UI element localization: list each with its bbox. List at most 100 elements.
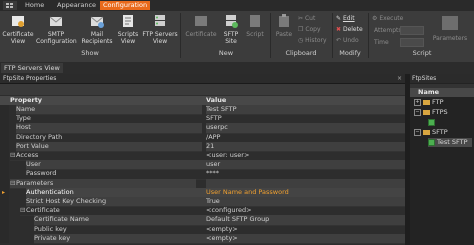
history-label: History — [305, 37, 327, 44]
server-icon — [428, 118, 435, 126]
property-grid-header: Property Value — [0, 96, 405, 105]
tab-configuration[interactable]: Configuration — [100, 1, 151, 10]
tree-node-label: Test SFTP — [437, 138, 468, 146]
tree-node-test-sftp[interactable]: Test SFTP — [428, 138, 472, 147]
property-row-port-value[interactable]: Port Value 21 — [0, 141, 405, 152]
paste-button[interactable]: Paste — [273, 13, 295, 38]
tree-node-ftps-child[interactable] — [428, 118, 437, 127]
copy-button[interactable]: ❐ Copy — [298, 26, 321, 34]
property-name: Host — [16, 123, 31, 132]
property-row-host[interactable]: Host userpc — [0, 123, 405, 134]
ftp-servers-icon — [155, 15, 165, 26]
property-row-public-key[interactable]: Public key <empty> — [0, 224, 405, 235]
mail-recipients-icon — [90, 16, 104, 28]
edit-label: Edit — [342, 15, 355, 22]
tree-node-sftp[interactable]: − SFTP — [414, 128, 448, 137]
ftp-servers-view-button[interactable]: FTP Servers View — [142, 13, 178, 45]
property-row-type[interactable]: Type SFTP — [0, 114, 405, 125]
property-name: Directory Path — [16, 132, 63, 141]
modify-group-label: Modify — [339, 49, 361, 57]
time-field[interactable] — [400, 38, 424, 47]
scripts-view-label: Scripts View — [117, 31, 139, 45]
property-row-password[interactable]: Password **** — [0, 169, 405, 180]
tree-node-label: SFTP — [432, 128, 448, 136]
undo-icon: ↶ — [336, 37, 342, 44]
new-group-label: New — [218, 49, 234, 57]
collapse-icon[interactable]: − — [414, 108, 421, 116]
parameters-label: Parameters — [432, 35, 468, 42]
folder-icon — [423, 129, 430, 135]
undo-button[interactable]: ↶ Undo — [336, 37, 359, 45]
delete-button[interactable]: ✖ Delete — [336, 26, 363, 34]
tree-node-label: FTPS — [432, 108, 448, 116]
property-name: Authentication — [26, 187, 74, 196]
ribbon-separator — [332, 13, 333, 58]
property-row-strict-host-key-checking[interactable]: Strict Host Key Checking True — [0, 197, 405, 208]
server-icon — [428, 138, 435, 146]
new-script-icon — [250, 15, 260, 27]
clipboard-group-label: Clipboard — [285, 49, 317, 57]
delete-icon: ✖ — [336, 26, 342, 33]
show-group-label: Show — [81, 49, 99, 57]
tab-home[interactable]: Home — [22, 1, 47, 10]
property-value: /APP — [206, 132, 221, 141]
ribbon-separator — [270, 13, 271, 58]
property-value: SFTP — [206, 114, 222, 123]
property-row-directory-path[interactable]: Directory Path /APP — [0, 132, 405, 143]
cut-button[interactable]: ✂ Cut — [298, 15, 315, 23]
execute-label: Execute — [379, 15, 404, 22]
property-row-access[interactable]: ⊟Access <user: user> — [0, 151, 405, 162]
property-row-private-key[interactable]: Private key <empty> — [0, 233, 405, 244]
expand-icon[interactable]: + — [414, 98, 421, 106]
property-row-parameters[interactable]: ⊟Parameters — [0, 178, 405, 189]
property-value: Test SFTP — [206, 105, 237, 113]
new-certificate-button[interactable]: Certificate — [184, 13, 218, 38]
name-column-header: Name — [410, 88, 474, 97]
copy-label: Copy — [305, 26, 321, 33]
property-value: True — [206, 197, 220, 205]
cut-icon: ✂ — [298, 15, 304, 22]
history-button[interactable]: ◷ History — [298, 37, 327, 45]
property-name: Certificate — [26, 206, 60, 215]
script-group-label: Script — [412, 49, 432, 57]
property-value[interactable]: User Name and Password — [206, 188, 289, 196]
parameters-icon — [442, 16, 458, 30]
new-script-button[interactable]: Script — [244, 13, 266, 38]
properties-toolbar — [0, 84, 405, 95]
property-row-name[interactable]: Name Test SFTP — [0, 105, 405, 116]
collapse-icon[interactable]: − — [414, 128, 421, 136]
parameters-button[interactable]: Parameters — [428, 13, 472, 42]
edit-icon: ✎ — [336, 15, 342, 22]
certificate-view-button[interactable]: Certificate View — [2, 13, 34, 45]
smtp-configuration-button[interactable]: SMTP Configuration — [36, 13, 77, 45]
property-row-certificate-name[interactable]: Certificate Name Default SFTP Group — [0, 215, 405, 226]
new-sftp-site-button[interactable]: SFTP Site — [220, 13, 242, 45]
execute-button[interactable]: ⚙ Execute — [372, 15, 403, 23]
property-name: Port Value — [16, 141, 49, 150]
tree-node-ftp[interactable]: + FTP — [414, 98, 444, 107]
property-name: Password — [26, 169, 57, 178]
properties-panel-header: FtpSite Properties × — [0, 74, 405, 84]
execute-icon: ⚙ — [372, 15, 378, 22]
property-name: Private key — [34, 233, 71, 242]
property-value: <user: user> — [206, 151, 250, 159]
tab-appearance[interactable]: Appearance — [54, 1, 99, 10]
mail-recipients-button[interactable]: Mail Recipients — [80, 13, 114, 45]
attempts-label: Attempts — [374, 27, 402, 34]
property-row-certificate[interactable]: ⊟Certificate <configured> — [0, 206, 405, 217]
edit-button[interactable]: ✎ Edit — [336, 15, 355, 23]
property-row-user[interactable]: User user — [0, 160, 405, 171]
property-row-authentication[interactable]: Authentication User Name and Password — [0, 187, 405, 198]
ftp-sites-panel-title: FtpSites — [410, 74, 474, 83]
properties-panel: FtpSite Properties × Property Value Name… — [0, 74, 405, 245]
property-value: <empty> — [206, 233, 238, 242]
close-icon[interactable]: × — [394, 74, 402, 83]
tab-ftp-servers-view[interactable]: FTP Servers View — [1, 63, 63, 73]
attempts-field[interactable] — [400, 26, 424, 35]
app-menu-button[interactable] — [3, 1, 17, 10]
property-value: Default SFTP Group — [206, 215, 270, 224]
property-value: userpc — [206, 123, 228, 132]
tree-node-ftps[interactable]: − FTPS — [414, 108, 448, 117]
ribbon: Certificate View SMTP Configuration Mail… — [0, 11, 474, 63]
scripts-view-button[interactable]: Scripts View — [115, 13, 141, 45]
